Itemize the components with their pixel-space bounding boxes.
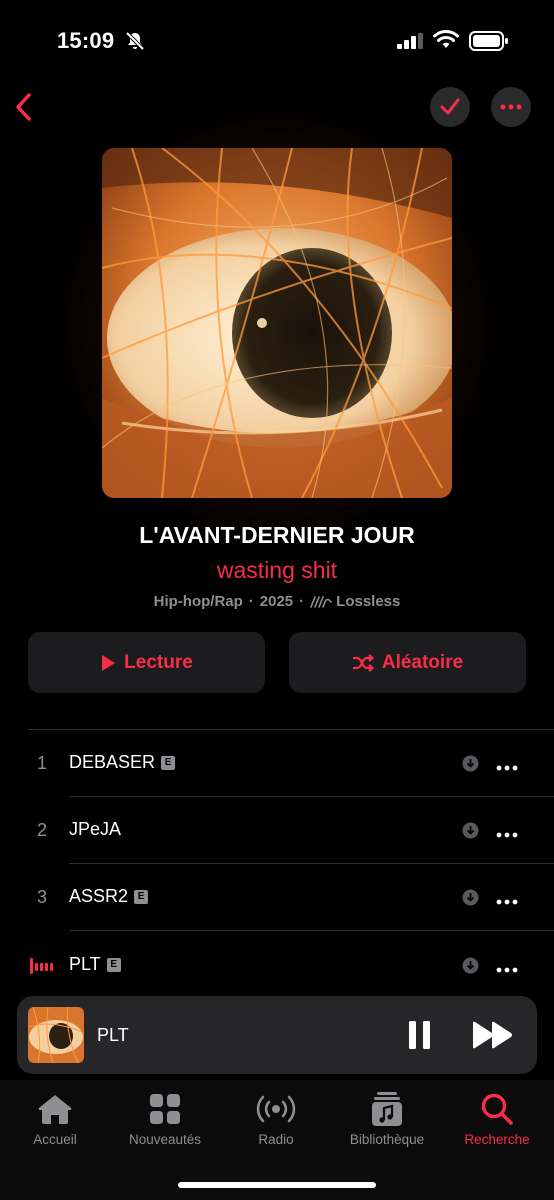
tab-label: Nouveautés — [128, 1132, 202, 1147]
library-music-icon — [371, 1092, 403, 1126]
tab-home[interactable]: Accueil — [0, 1080, 110, 1160]
play-button-label: Lecture — [124, 651, 193, 673]
pause-icon — [409, 1021, 430, 1049]
tab-label: Accueil — [33, 1132, 77, 1147]
cellular-signal-icon — [397, 33, 425, 54]
track-more-icon[interactable] — [496, 825, 518, 843]
tab-library[interactable]: Bibliothèque — [332, 1080, 442, 1160]
track-row-1[interactable]: 1 DEBASER E — [0, 730, 554, 797]
tab-label: Radio — [258, 1132, 294, 1147]
mini-player-artwork — [28, 1007, 84, 1063]
download-icon[interactable] — [462, 822, 479, 844]
tab-new[interactable]: Nouveautés — [110, 1080, 220, 1160]
search-icon — [480, 1092, 514, 1126]
now-playing-waveform-icon — [30, 958, 56, 979]
shuffle-button-label: Aléatoire — [381, 651, 464, 673]
home-icon — [37, 1092, 73, 1126]
track-title: PLT E — [69, 954, 121, 975]
shuffle-button[interactable]: Aléatoire — [289, 632, 526, 693]
track-title: JPeJA — [69, 819, 121, 840]
track-row-4-now-playing[interactable]: PLT E — [0, 932, 554, 999]
pause-button[interactable] — [407, 1020, 433, 1055]
shuffle-icon — [352, 653, 374, 672]
tab-label: Bibliothèque — [349, 1132, 425, 1147]
explicit-badge: E — [106, 957, 121, 972]
tab-label: Recherche — [464, 1132, 530, 1147]
track-more-icon[interactable] — [496, 758, 518, 776]
tab-search[interactable]: Recherche — [442, 1080, 552, 1160]
battery-icon — [469, 31, 509, 56]
album-meta: Hip-hop/Rap · 2025 · Lossless — [0, 593, 554, 610]
track-more-icon[interactable] — [496, 892, 518, 910]
album-quality: Lossless — [336, 593, 401, 610]
tab-radio[interactable]: Radio — [221, 1080, 331, 1160]
track-number: 3 — [36, 887, 47, 907]
download-icon[interactable] — [462, 889, 479, 911]
album-genre: Hip-hop/Rap — [153, 593, 243, 610]
track-title: ASSR2 E — [69, 886, 149, 907]
track-more-icon[interactable] — [496, 960, 518, 978]
play-icon — [102, 654, 116, 671]
track-row-2[interactable]: 2 JPeJA — [0, 797, 554, 864]
track-number: 2 — [36, 820, 47, 840]
meta-separator: · — [299, 593, 305, 610]
radio-broadcast-icon — [254, 1092, 298, 1126]
explicit-badge: E — [134, 889, 149, 904]
status-time: 15:09 — [57, 28, 115, 53]
download-icon[interactable] — [462, 755, 479, 777]
more-options-button[interactable] — [491, 87, 531, 127]
chevron-left-icon — [16, 93, 31, 121]
skip-forward-button[interactable] — [471, 1020, 515, 1055]
play-button[interactable]: Lecture — [28, 632, 265, 693]
ellipsis-icon — [500, 104, 522, 110]
track-title-text: JPeJA — [69, 819, 122, 839]
track-title: DEBASER E — [69, 752, 176, 773]
back-button[interactable] — [10, 90, 38, 124]
lossless-icon — [310, 595, 332, 608]
row-divider — [69, 930, 554, 931]
explicit-badge: E — [161, 755, 176, 770]
track-row-3[interactable]: 3 ASSR2 E — [0, 864, 554, 931]
album-title: L'AVANT-DERNIER JOUR — [139, 522, 415, 548]
status-bar: 15:09 — [0, 0, 554, 80]
bell-slash-icon — [124, 30, 146, 57]
track-title-text: PLT — [69, 954, 101, 974]
mini-player[interactable]: PLT — [17, 996, 537, 1074]
fast-forward-icon — [473, 1021, 512, 1049]
artist-link[interactable]: wasting shit — [0, 557, 554, 584]
meta-separator: · — [248, 593, 254, 610]
mini-player-title: PLT — [97, 1025, 129, 1045]
album-cover — [102, 148, 452, 498]
wifi-icon — [433, 30, 459, 55]
grid-icon — [149, 1092, 181, 1126]
track-number: 1 — [36, 753, 47, 773]
track-title-text: DEBASER — [69, 752, 156, 772]
album-year: 2025 — [259, 593, 294, 610]
home-indicator — [178, 1182, 376, 1188]
download-icon[interactable] — [462, 957, 479, 979]
track-title-text: ASSR2 — [69, 886, 129, 906]
